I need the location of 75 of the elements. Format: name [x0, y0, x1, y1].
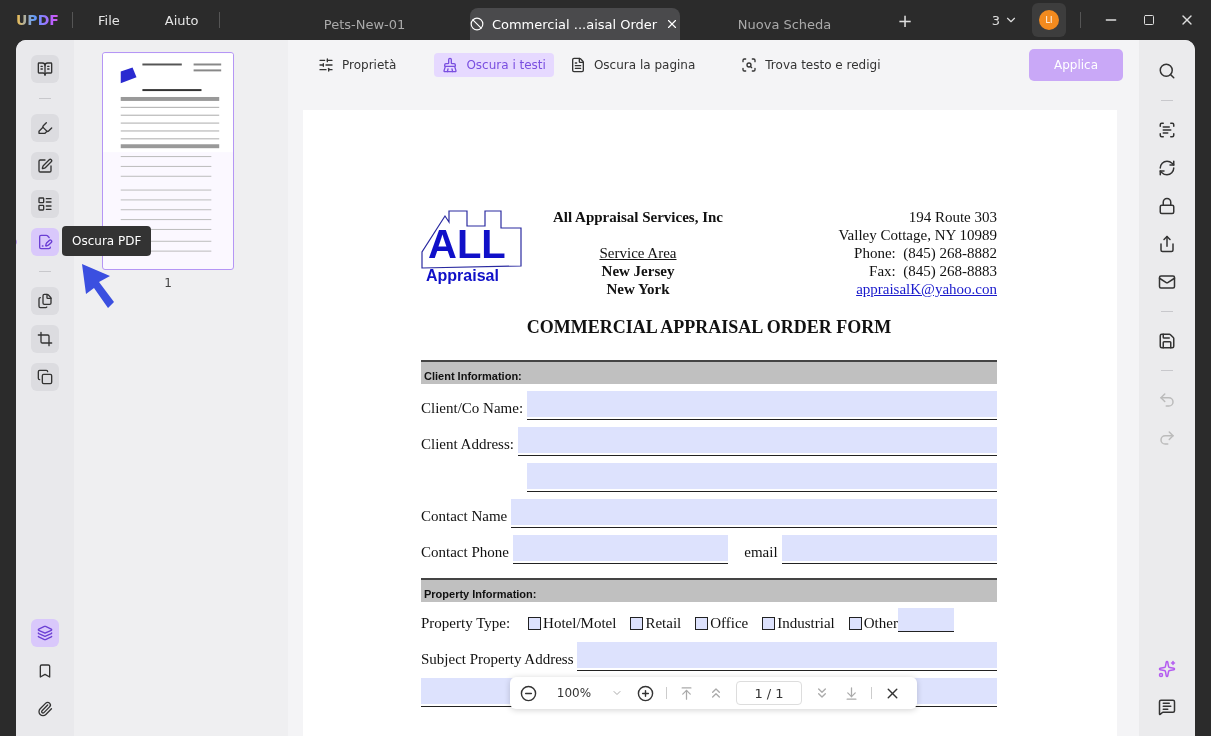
form-field[interactable] [517, 427, 997, 456]
reader-tool[interactable] [31, 55, 59, 83]
form-field[interactable] [527, 463, 997, 492]
section-heading: Client Information: [421, 360, 997, 384]
checkbox[interactable] [630, 617, 644, 630]
pointer-arrow-icon [80, 262, 116, 310]
checkbox[interactable] [762, 617, 776, 630]
checkbox[interactable] [528, 617, 542, 630]
checkbox-label: Retail [645, 615, 682, 632]
copy-icon [37, 368, 53, 386]
redact-tool[interactable] [31, 228, 59, 256]
field-label: Property Type: [421, 615, 511, 633]
section-heading: Property Information: [421, 578, 997, 602]
layout-tool[interactable] [31, 190, 59, 218]
highlighter-tool[interactable] [31, 114, 59, 142]
checkbox-label: Office [710, 615, 749, 632]
copy-tool[interactable] [31, 363, 59, 391]
menu-item[interactable]: File [98, 12, 120, 28]
email-link[interactable]: appraisalK@yahoo.con [856, 280, 997, 298]
page-field[interactable]: 1 / 1 [736, 681, 802, 705]
crop-tool[interactable] [31, 325, 59, 353]
address-line: Valley Cottage, NY 10989 [838, 226, 997, 244]
window-count-button[interactable]: 3 [983, 8, 1026, 32]
redact-page-button[interactable]: Oscura la pagina [561, 53, 704, 77]
form-field[interactable] [527, 391, 997, 420]
pages-tool[interactable] [31, 287, 59, 315]
edit-tool[interactable] [31, 152, 59, 180]
field-label: email [744, 544, 778, 562]
service-area: New York [606, 280, 670, 298]
address-line: 194 Route 303 [908, 208, 997, 226]
document-tab[interactable]: Commercial ...aisal Order [469, 8, 680, 40]
checkbox[interactable] [695, 617, 709, 630]
redact-text-button[interactable]: Oscura i testi [434, 53, 554, 77]
document-tab[interactable]: Nuova Scheda [679, 8, 890, 40]
checkbox-label: Other [863, 615, 898, 632]
checkbox-label: Industrial [777, 615, 835, 632]
reader-icon [37, 60, 53, 78]
layout-icon [37, 195, 53, 213]
checkbox[interactable] [848, 617, 862, 630]
service-area-heading: Service Area [599, 244, 677, 262]
properties-button[interactable]: Proprietà [310, 53, 405, 77]
field-label: Client Address: [421, 436, 514, 454]
address-line: Phone: (845) 268-8882 [854, 244, 997, 262]
checkbox-label: Hotel/Motel [543, 615, 617, 632]
new-tab-button[interactable]: + [889, 5, 921, 35]
form-field[interactable] [781, 535, 997, 564]
edit-icon [37, 157, 53, 175]
paperclip-icon [37, 700, 53, 718]
bookmark-icon [37, 662, 53, 680]
company-name: All Appraisal Services, Inc [553, 208, 723, 226]
field-label: Contact Name [421, 508, 508, 526]
service-area: New Jersey [601, 262, 675, 280]
form-field[interactable] [897, 608, 954, 632]
field-label: Client/Co Name: [421, 400, 524, 418]
pages-icon [37, 292, 53, 310]
document-tab[interactable]: Pets-New-01 [259, 8, 470, 40]
highlighter-icon [37, 119, 53, 137]
zoom-level[interactable]: 100% [549, 686, 599, 700]
form-field[interactable] [512, 535, 729, 564]
field-label: Contact Phone [421, 544, 509, 562]
properties-icon [318, 57, 334, 73]
field-label: Subject Property Address [421, 651, 574, 669]
address-line: Fax: (845) 268-8883 [869, 262, 997, 280]
form-field[interactable] [511, 499, 997, 528]
find-redact-button[interactable]: Trova testo e redigi [733, 53, 889, 77]
logo-text: ALL [428, 224, 506, 264]
logo-text: Appraisal [426, 268, 499, 284]
page-number: 1 [164, 276, 172, 290]
layers-icon [37, 624, 53, 642]
form-title: COMMERCIAL APPRAISAL ORDER FORM [525, 317, 893, 338]
menu-item[interactable]: Aiuto [164, 12, 199, 28]
layers-tool[interactable] [31, 619, 59, 647]
form-field[interactable] [577, 642, 997, 671]
crop-icon [37, 330, 53, 348]
tooltip: Oscura PDF [62, 226, 152, 256]
